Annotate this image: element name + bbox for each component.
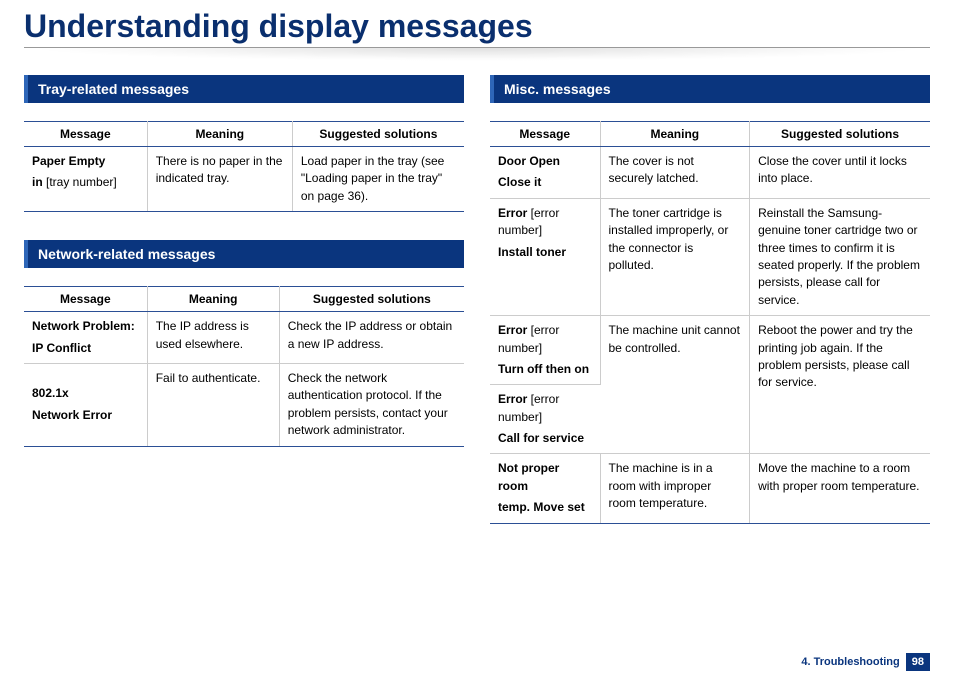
- chapter-label: 4. Troubleshooting: [801, 656, 899, 668]
- col-header: Suggested solutions: [292, 122, 464, 147]
- meaning-text: There is no paper in the indicated tray.: [147, 147, 292, 212]
- solution-text: Load paper in the tray (see "Loading pap…: [292, 147, 464, 212]
- page-title: Understanding display messages: [24, 8, 930, 47]
- table-row: Error [error number] Turn off then on Th…: [490, 316, 930, 385]
- col-header: Meaning: [147, 122, 292, 147]
- message-text: Install toner: [498, 244, 592, 261]
- message-text: Error [error number]: [498, 322, 592, 357]
- meaning-text: The machine unit cannot be controlled.: [600, 316, 750, 454]
- message-text: Network Problem:: [32, 318, 139, 335]
- message-text: Turn off then on: [498, 361, 592, 378]
- message-text: Error [error number]: [498, 205, 592, 240]
- message-text: Paper Empty: [32, 153, 139, 170]
- meaning-text: The machine is in a room with improper r…: [600, 454, 750, 523]
- misc-table: Message Meaning Suggested solutions Door…: [490, 121, 930, 524]
- solution-text: Reinstall the Samsung-genuine toner cart…: [750, 198, 930, 315]
- message-text: Not proper room: [498, 460, 592, 495]
- message-text: in [tray number]: [32, 174, 139, 191]
- meaning-text: The toner cartridge is installed imprope…: [600, 198, 750, 315]
- message-text: Error [error number]: [498, 391, 592, 426]
- message-text: Call for service: [498, 430, 592, 447]
- meaning-text: Fail to authenticate.: [147, 363, 279, 446]
- col-header: Message: [24, 287, 147, 312]
- meaning-text: The cover is not securely latched.: [600, 147, 750, 199]
- solution-text: Check the network authentication protoco…: [279, 363, 464, 446]
- table-row: Error [error number] Install toner The t…: [490, 198, 930, 315]
- table-row: 802.1x Network Error Fail to authenticat…: [24, 363, 464, 446]
- page-footer: 4. Troubleshooting 98: [801, 653, 930, 671]
- message-text: temp. Move set: [498, 499, 592, 516]
- table-row: Not proper room temp. Move set The machi…: [490, 454, 930, 523]
- solution-text: Move the machine to a room with proper r…: [750, 454, 930, 523]
- col-header: Suggested solutions: [279, 287, 464, 312]
- title-divider: [24, 47, 930, 61]
- tray-table: Message Meaning Suggested solutions Pape…: [24, 121, 464, 212]
- section-header: Misc. messages: [490, 75, 930, 103]
- table-row: Paper Empty in [tray number] There is no…: [24, 147, 464, 212]
- left-column: Tray-related messages Message Meaning Su…: [24, 75, 464, 552]
- col-header: Meaning: [600, 122, 750, 147]
- meaning-text: The IP address is used elsewhere.: [147, 312, 279, 364]
- content-columns: Tray-related messages Message Meaning Su…: [24, 75, 930, 552]
- col-header: Message: [24, 122, 147, 147]
- message-text: Door Open: [498, 153, 592, 170]
- message-text: IP Conflict: [32, 340, 139, 357]
- message-text: Network Error: [32, 407, 139, 424]
- table-row: Network Problem: IP Conflict The IP addr…: [24, 312, 464, 364]
- section-header: Tray-related messages: [24, 75, 464, 103]
- network-table: Message Meaning Suggested solutions Netw…: [24, 286, 464, 446]
- col-header: Suggested solutions: [750, 122, 930, 147]
- solution-text: Close the cover until it locks into plac…: [750, 147, 930, 199]
- page-number: 98: [906, 653, 930, 671]
- message-text: Close it: [498, 174, 592, 191]
- right-column: Misc. messages Message Meaning Suggested…: [490, 75, 930, 552]
- message-text: 802.1x: [32, 385, 139, 402]
- col-header: Message: [490, 122, 600, 147]
- section-header: Network-related messages: [24, 240, 464, 268]
- col-header: Meaning: [147, 287, 279, 312]
- table-row: Door Open Close it The cover is not secu…: [490, 147, 930, 199]
- solution-text: Check the IP address or obtain a new IP …: [279, 312, 464, 364]
- solution-text: Reboot the power and try the printing jo…: [750, 316, 930, 454]
